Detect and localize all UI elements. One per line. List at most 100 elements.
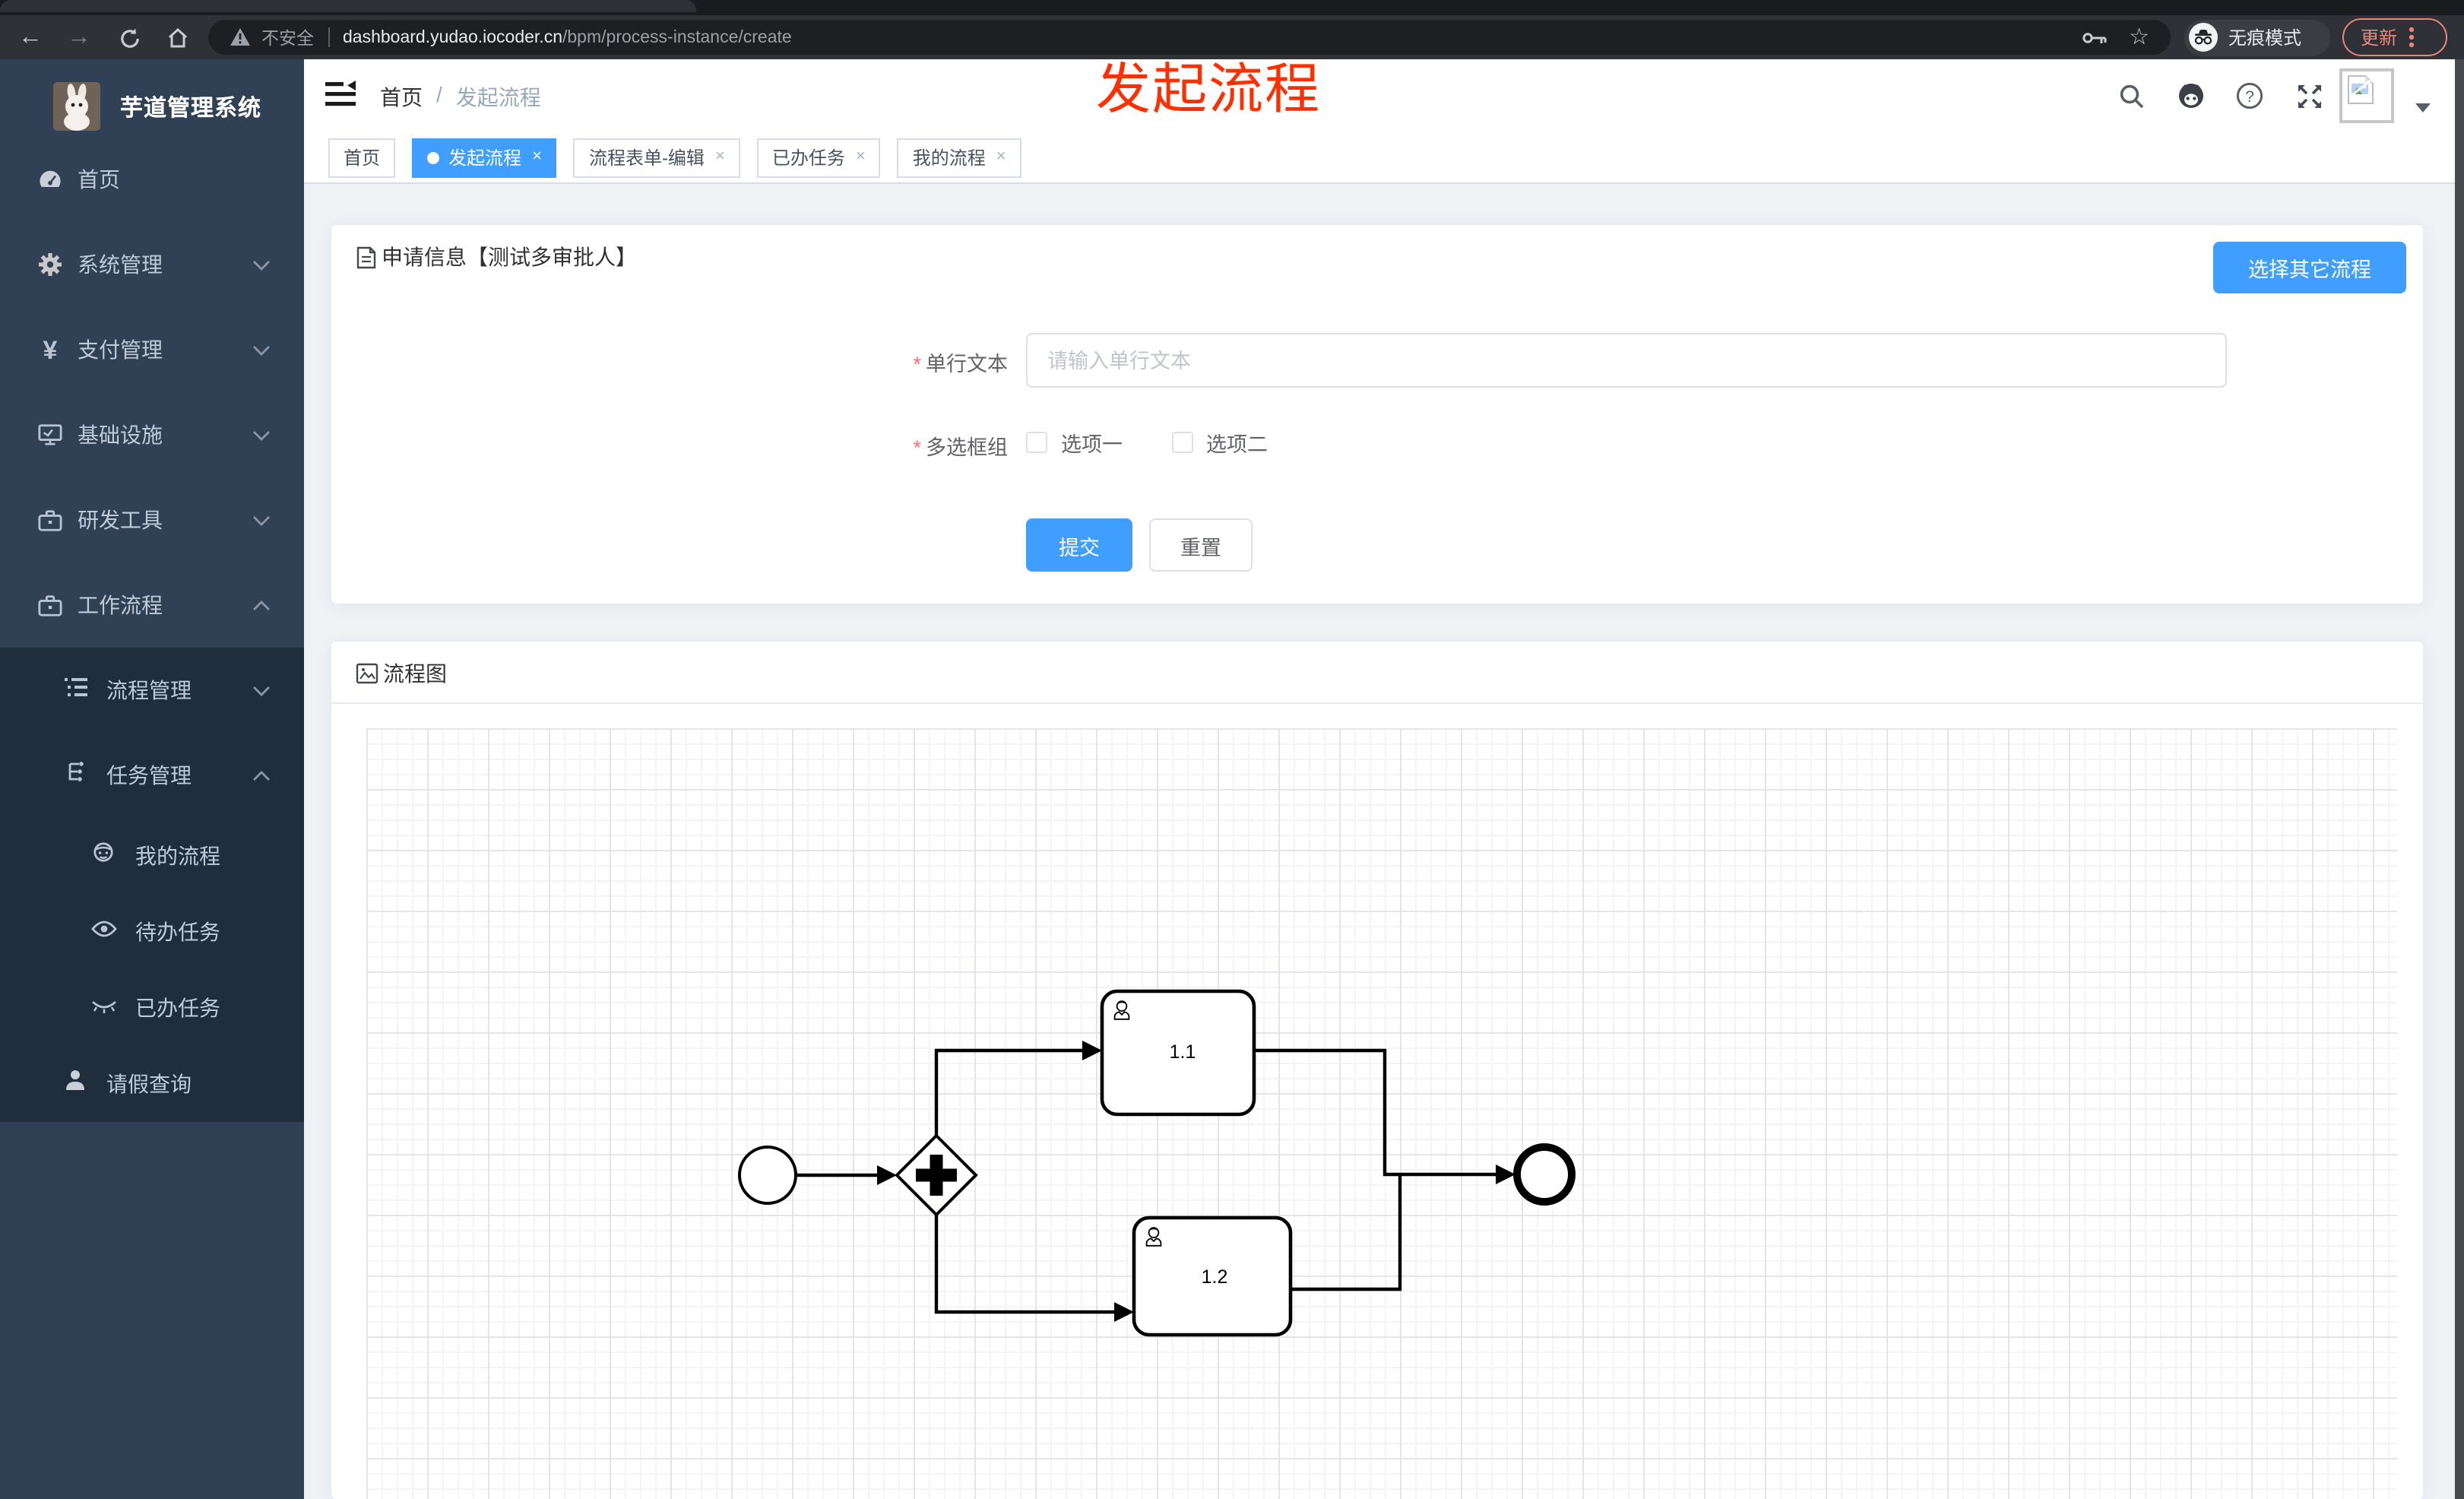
help-icon: ? bbox=[2236, 82, 2263, 109]
document-icon bbox=[356, 246, 376, 268]
bookmark-star-icon[interactable]: ☆ bbox=[2129, 26, 2149, 49]
app-title: 芋道管理系统 bbox=[120, 95, 262, 121]
sidebar-item-process-mgmt[interactable]: 流程管理 bbox=[0, 648, 304, 733]
close-icon[interactable]: × bbox=[996, 148, 1006, 166]
github-button[interactable] bbox=[2174, 79, 2207, 113]
sidebar-collapse-button[interactable] bbox=[325, 81, 356, 111]
sidebar-item-label: 首页 bbox=[78, 167, 120, 192]
reload-icon bbox=[120, 27, 138, 47]
reset-button[interactable]: 重置 bbox=[1149, 518, 1253, 572]
sidebar-item-system[interactable]: 系统管理 bbox=[0, 222, 304, 307]
bpmn-arrowhead bbox=[1114, 1302, 1134, 1322]
help-button[interactable]: ? bbox=[2233, 79, 2266, 113]
sidebar-item-payment[interactable]: ¥ 支付管理 bbox=[0, 307, 304, 392]
sidebar-logo-row[interactable]: 芋道管理系统 bbox=[0, 70, 304, 143]
avatar-caret-icon[interactable] bbox=[2415, 103, 2431, 113]
key-icon[interactable] bbox=[2082, 30, 2108, 45]
svg-text:?: ? bbox=[2245, 88, 2254, 106]
apply-info-card: 申请信息【测试多审批人】 选择其它流程 *单行文本 *多选框组 选项一 选项二 … bbox=[330, 223, 2424, 605]
single-line-text-input[interactable] bbox=[1026, 333, 2227, 388]
tab-home[interactable]: 首页 bbox=[328, 138, 396, 177]
security-label[interactable]: 不安全 bbox=[261, 25, 314, 49]
checkbox-group-label: * 多选框组 bbox=[913, 436, 1008, 459]
sidebar-item-my-process[interactable]: 我的流程 bbox=[0, 818, 304, 894]
choose-other-process-button[interactable]: 选择其它流程 bbox=[2213, 242, 2406, 293]
update-label: 更新 bbox=[2361, 27, 2398, 49]
bpmn-flow bbox=[934, 1215, 1114, 1314]
back-button[interactable]: ← bbox=[12, 20, 49, 56]
bpmn-arrowhead bbox=[1082, 1041, 1102, 1060]
tab-label: 首页 bbox=[344, 147, 381, 169]
tab-my-process[interactable]: 我的流程 × bbox=[897, 138, 1021, 177]
home-button[interactable] bbox=[160, 20, 196, 56]
update-browser-button[interactable]: 更新 bbox=[2342, 18, 2447, 56]
sidebar-item-leave-query[interactable]: 请假查询 bbox=[0, 1046, 304, 1122]
checkbox-option-2[interactable] bbox=[1171, 432, 1192, 453]
sidebar-item-home[interactable]: 首页 bbox=[0, 137, 304, 222]
sidebar-item-label: 请假查询 bbox=[106, 1072, 192, 1096]
person-icon bbox=[64, 1069, 88, 1099]
url-divider bbox=[328, 27, 329, 47]
sidebar-item-todo-tasks[interactable]: 待办任务 bbox=[0, 894, 304, 970]
page-scrollbar[interactable] bbox=[2455, 59, 2464, 1499]
close-icon[interactable]: × bbox=[532, 148, 542, 166]
browser-menu-icon[interactable] bbox=[2409, 27, 2414, 47]
checkbox-option-1[interactable] bbox=[1026, 432, 1047, 453]
checkbox-option-1-label[interactable]: 选项一 bbox=[1061, 427, 1123, 458]
close-icon[interactable]: × bbox=[715, 148, 725, 166]
sidebar-item-label: 我的流程 bbox=[135, 844, 220, 868]
apply-card-title: 申请信息【测试多审批人】 bbox=[382, 245, 637, 269]
tab-label: 流程表单-编辑 bbox=[588, 147, 705, 169]
sidebar-item-label: 工作流程 bbox=[78, 593, 163, 617]
breadcrumb-separator: / bbox=[436, 82, 442, 106]
avatar[interactable] bbox=[2339, 68, 2394, 123]
bpmn-task-label: 1.2 bbox=[1202, 1266, 1228, 1288]
required-asterisk: * bbox=[913, 353, 921, 376]
submit-button[interactable]: 提交 bbox=[1026, 518, 1132, 572]
briefcase-icon bbox=[38, 508, 62, 532]
sidebar-item-label: 任务管理 bbox=[106, 763, 192, 788]
browser-active-tab[interactable] bbox=[0, 0, 696, 12]
reload-button[interactable] bbox=[111, 20, 147, 56]
monitor-icon bbox=[38, 423, 62, 447]
bpmn-arrowhead bbox=[877, 1165, 897, 1185]
github-icon bbox=[2178, 84, 2203, 108]
back-icon: ← bbox=[18, 24, 43, 50]
tab-start-process[interactable]: 发起流程 × bbox=[412, 138, 557, 177]
forward-icon: → bbox=[67, 24, 91, 50]
sidebar-item-workflow[interactable]: 工作流程 bbox=[0, 563, 304, 648]
briefcase-icon bbox=[38, 593, 62, 617]
main-content: 申请信息【测试多审批人】 选择其它流程 *单行文本 *多选框组 选项一 选项二 … bbox=[304, 184, 2464, 1499]
apply-card-title-row: 申请信息【测试多审批人】 bbox=[356, 240, 637, 274]
sidebar-item-label: 流程管理 bbox=[106, 678, 192, 702]
sidebar-item-label: 研发工具 bbox=[78, 508, 163, 532]
incognito-label: 无痕模式 bbox=[2228, 27, 2302, 49]
required-asterisk: * bbox=[913, 436, 921, 459]
sidebar-item-devtools[interactable]: 研发工具 bbox=[0, 477, 304, 563]
breadcrumb-home[interactable]: 首页 bbox=[380, 82, 423, 113]
sidebar-item-label: 已办任务 bbox=[135, 996, 220, 1020]
breadcrumb: 首页 / 发起流程 bbox=[380, 82, 541, 113]
bpmn-canvas[interactable]: 1.1 1.2 bbox=[366, 728, 2397, 1499]
sidebar-item-task-mgmt[interactable]: 任务管理 bbox=[0, 733, 304, 818]
bpmn-flow bbox=[934, 1048, 1082, 1136]
tab-process-form-edit[interactable]: 流程表单-编辑 × bbox=[573, 138, 740, 177]
sidebar-item-done-tasks[interactable]: 已办任务 bbox=[0, 970, 304, 1046]
sidebar-item-infrastructure[interactable]: 基础设施 bbox=[0, 392, 304, 477]
sidebar-item-label: 支付管理 bbox=[78, 338, 163, 362]
fullscreen-button[interactable] bbox=[2292, 79, 2326, 113]
app-logo bbox=[53, 82, 100, 131]
tab-label: 发起流程 bbox=[448, 147, 522, 169]
text-field-label: * 单行文本 bbox=[913, 353, 1008, 376]
checkbox-option-2-label[interactable]: 选项二 bbox=[1206, 427, 1268, 458]
tab-label: 我的流程 bbox=[912, 147, 986, 169]
tab-done-tasks[interactable]: 已办任务 × bbox=[756, 138, 881, 177]
sidebar-item-label: 系统管理 bbox=[78, 252, 163, 277]
search-button[interactable] bbox=[2114, 79, 2148, 113]
incognito-icon bbox=[2194, 30, 2212, 45]
eye-icon bbox=[91, 918, 117, 946]
indent-icon bbox=[325, 81, 356, 106]
forward-button[interactable]: → bbox=[61, 20, 97, 56]
checkbox-group: 选项一 选项二 bbox=[1026, 421, 1268, 464]
close-icon[interactable]: × bbox=[856, 148, 866, 166]
